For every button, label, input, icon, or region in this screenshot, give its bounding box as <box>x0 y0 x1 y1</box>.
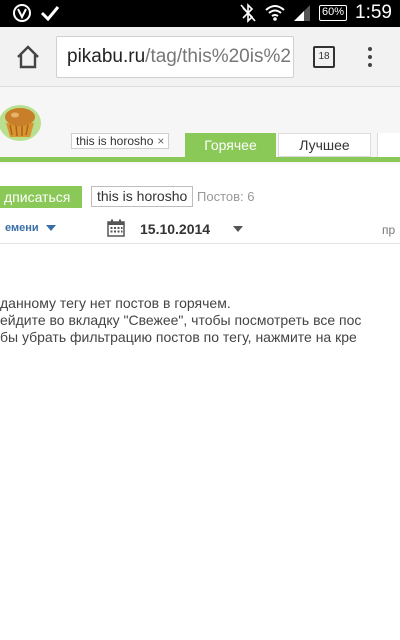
close-icon[interactable]: × <box>157 134 164 148</box>
wifi-icon <box>265 5 285 21</box>
pikabu-logo-icon[interactable] <box>0 99 44 143</box>
browser-toolbar: pikabu.ru/tag/this%20is%2 18 <box>0 27 400 87</box>
calendar-icon[interactable] <box>107 219 125 237</box>
message-line-3: бы убрать фильтрацию постов по тегу, наж… <box>0 329 357 345</box>
date-picker[interactable]: 15.10.2014 <box>140 221 210 237</box>
header-divider <box>0 157 400 162</box>
tab-hot[interactable]: Горячее <box>185 133 276 157</box>
page: 60% 1:59 pikabu.ru/tag/this%20is%2 18 th… <box>0 0 400 640</box>
home-icon[interactable] <box>14 43 42 71</box>
filter-row: емени 15.10.2014 пр <box>0 214 400 244</box>
date-chevron-down-icon[interactable] <box>233 226 243 232</box>
bluetooth-off-icon <box>240 3 256 23</box>
message-line-2: ейдите во вкладку "Свежее", чтобы посмот… <box>0 312 362 328</box>
right-filter-label[interactable]: пр <box>382 223 395 237</box>
overflow-menu-icon[interactable] <box>363 45 377 69</box>
notification-icon <box>13 4 31 22</box>
status-left <box>12 3 60 23</box>
chevron-down-icon[interactable] <box>46 225 56 231</box>
tab-next[interactable] <box>377 133 400 157</box>
clock: 1:59 <box>355 2 392 23</box>
check-icon <box>40 6 60 22</box>
tag-chip-label: this is horosho <box>76 134 154 148</box>
sort-dropdown[interactable]: емени <box>5 222 39 234</box>
signal-icon <box>293 5 310 21</box>
empty-state-message: данному тегу нет постов в горячем. ейдит… <box>0 295 400 346</box>
posts-count: Постов: 6 <box>197 189 255 204</box>
tag-name-badge: this is horosho <box>91 186 194 207</box>
site-header: this is horosho × Горячее Лучшее <box>0 87 400 164</box>
status-right: 60% 1:59 <box>239 2 392 24</box>
subscribe-button[interactable]: дписаться <box>0 186 82 208</box>
active-tag-chip[interactable]: this is horosho × <box>71 133 170 149</box>
url-host: pikabu.ru <box>67 46 146 67</box>
tabs-button[interactable]: 18 <box>313 46 335 68</box>
message-line-1: данному тегу нет постов в горячем. <box>0 295 231 311</box>
url-path: /tag/this%20is%2 <box>145 46 291 67</box>
tab-best[interactable]: Лучшее <box>278 133 371 157</box>
status-bar: 60% 1:59 <box>0 0 400 27</box>
battery-indicator: 60% <box>318 5 348 21</box>
url-bar[interactable]: pikabu.ru/tag/this%20is%2 <box>56 36 294 78</box>
